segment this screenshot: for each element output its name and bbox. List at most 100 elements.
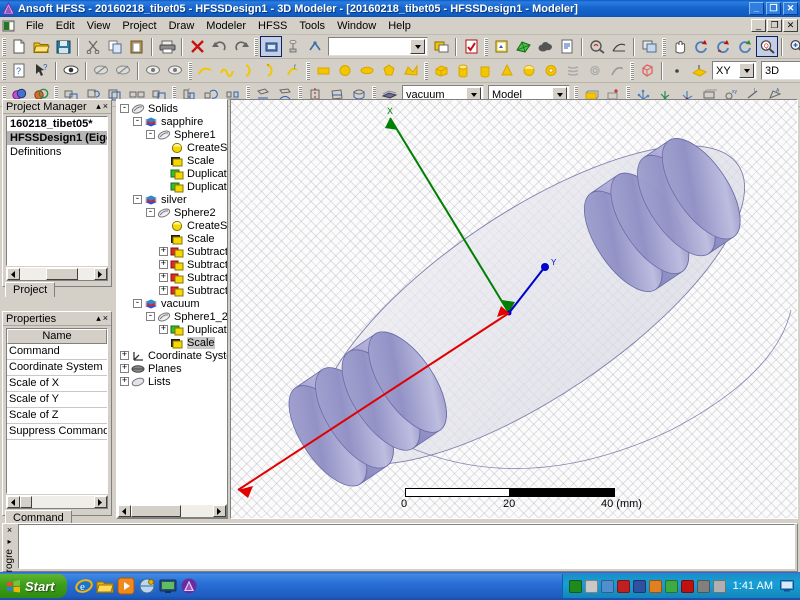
draw-bondwire-button[interactable] [606,60,628,81]
measure-button[interactable]: ? [8,60,30,81]
menu-project[interactable]: Project [116,19,162,33]
expand-node-icon[interactable]: + [159,325,168,334]
speaker-icon[interactable] [712,579,726,593]
tree-node-sphere2[interactable]: - Sphere2 [120,206,227,219]
collapse-node-icon[interactable]: - [146,312,155,321]
avira-icon[interactable] [680,579,694,593]
hide-selection-button[interactable] [90,60,112,81]
show-desktop-icon[interactable] [780,580,794,592]
tree-node-planes[interactable]: + Planes [120,362,227,375]
select-edge-button[interactable] [304,36,326,57]
menu-edit[interactable]: Edit [50,19,81,33]
hscroll-thumb[interactable] [46,268,78,280]
toolbar-grip[interactable] [2,61,6,80]
draw-rectangle-button[interactable] [312,60,334,81]
draw-circle-button[interactable] [334,60,356,81]
draw-torus-button[interactable] [540,60,562,81]
toolbar-grip[interactable] [424,61,428,80]
close-button[interactable]: ✕ [783,2,798,15]
collapse-node-icon[interactable]: - [146,130,155,139]
analyze-all-button[interactable] [490,36,512,57]
tree-node-subtract[interactable]: + Subtract [120,258,227,271]
mesh-button[interactable] [512,36,534,57]
draw-regular-polyhedron-button[interactable] [474,60,496,81]
collapse-node-icon[interactable]: - [133,117,142,126]
tree-node-scale[interactable]: Scale [120,154,227,167]
expand-node-icon[interactable]: + [159,273,168,282]
blue-shield-icon[interactable] [600,579,614,593]
menu-file[interactable]: File [20,19,50,33]
menu-help[interactable]: Help [382,19,417,33]
duplicate-window-button[interactable] [638,36,660,57]
model-tree-panel[interactable]: - Solids - sapphire - Sphere1 CreateS Scale Dupl… [116,99,228,519]
properties-scroll-right-button[interactable] [94,496,107,508]
safety-remove-icon[interactable] [584,579,598,593]
draw-regular-polygon-button[interactable] [378,60,400,81]
context-help-button[interactable]: ? [30,60,52,81]
desktop-icon[interactable] [159,577,177,595]
grid-plane-combo[interactable]: XY [712,61,757,80]
expand-node-icon[interactable]: + [120,351,129,360]
toolbar-grip[interactable] [662,37,666,56]
minimize-button[interactable]: _ [749,2,764,15]
collapse-node-icon[interactable]: - [133,299,142,308]
model-tree-hscroll-track[interactable] [131,505,213,517]
properties-collapse-icon[interactable]: ▴ [96,313,101,324]
green-square-icon[interactable] [568,579,582,593]
project-manager-close-icon[interactable]: × [103,101,108,112]
property-row-5[interactable]: Suppress Command [7,424,107,440]
model-tree-hscroll-thumb[interactable] [131,505,181,517]
cloud-button[interactable] [534,36,556,57]
restore-button[interactable]: ❐ [766,2,781,15]
draw-plane-button[interactable] [688,60,710,81]
chevron-down-icon[interactable] [410,39,425,54]
tree-node-subtract[interactable]: + Subtract [120,245,227,258]
project-item-0[interactable]: 160218_tibet05* [7,117,107,131]
tree-node-solids[interactable]: - Solids [120,102,227,115]
draw-box-button[interactable] [430,60,452,81]
zoom-in-button[interactable] [786,36,800,57]
new-file-button[interactable] [8,36,30,57]
tree-node-creates[interactable]: CreateS [120,141,227,154]
show-selection-button[interactable] [142,60,164,81]
collapse-node-icon[interactable]: - [146,208,155,217]
mdi-close-button[interactable]: ✕ [783,19,798,32]
tree-node-sphere1[interactable]: - Sphere1 [120,128,227,141]
tree-node-subtract[interactable]: + Subtract [120,284,227,297]
tree-node-creates[interactable]: CreateS [120,219,227,232]
hscroll-track[interactable] [20,268,94,280]
save-file-button[interactable] [52,36,74,57]
ansoft-app-icon[interactable] [180,577,198,595]
hide-unselected-button[interactable] [112,60,134,81]
media-player-icon[interactable] [117,577,135,595]
expand-node-icon[interactable]: + [159,286,168,295]
start-button[interactable]: Start [0,574,67,598]
project-manager-collapse-icon[interactable]: ▴ [96,101,101,112]
spin-button[interactable] [734,36,756,57]
draw-point-button[interactable] [666,60,688,81]
property-row-3[interactable]: Scale of Y [7,392,107,408]
show-all-button[interactable] [164,60,186,81]
select-object-button[interactable] [260,36,282,57]
progress-collapse-icon[interactable]: ▸ [7,538,11,546]
menu-modeler[interactable]: Modeler [200,19,252,33]
scroll-right-button[interactable] [94,268,107,280]
green-check-icon[interactable] [664,579,678,593]
select-face-button[interactable] [282,36,304,57]
draw-equation-button[interactable]: f [282,60,304,81]
chevron-down-icon[interactable] [739,63,754,78]
toolbar-grip[interactable] [2,37,6,56]
red-block-icon[interactable] [616,579,630,593]
print-button[interactable] [156,36,178,57]
tree-node-scale[interactable]: Scale [120,232,227,245]
draw-spline-button[interactable] [216,60,238,81]
draw-user-defined-button[interactable] [636,60,658,81]
properties-hscroll-track[interactable] [20,496,94,508]
expand-node-icon[interactable]: + [120,377,129,386]
network-monitor-icon[interactable] [632,579,646,593]
tree-node-duplicat[interactable]: + Duplicat [120,323,227,336]
report-button[interactable] [556,36,578,57]
copy-button[interactable] [104,36,126,57]
pan-button[interactable] [668,36,690,57]
expand-node-icon[interactable]: + [159,260,168,269]
